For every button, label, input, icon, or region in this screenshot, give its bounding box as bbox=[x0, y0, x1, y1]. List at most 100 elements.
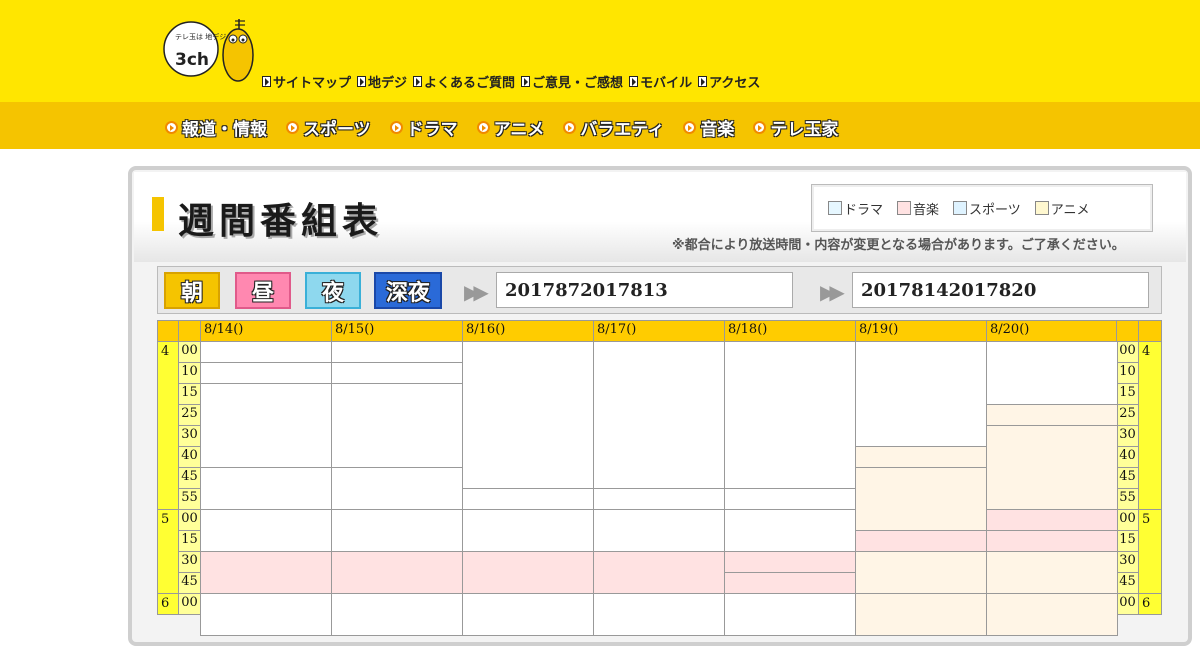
band-button-night[interactable]: 夜 bbox=[305, 272, 361, 309]
program-slot[interactable] bbox=[462, 509, 594, 552]
legend-swatch bbox=[953, 201, 968, 215]
program-slot[interactable] bbox=[855, 467, 987, 531]
nav-item-label: ドラマ bbox=[406, 120, 458, 140]
arrow-circle-icon bbox=[389, 121, 403, 134]
util-link-feedback[interactable]: ご意見・ご感想 bbox=[521, 72, 623, 91]
legend-label: ドラマ bbox=[844, 202, 884, 218]
day-header: 8/18() bbox=[724, 320, 856, 342]
nav-item-teletama-house[interactable]: テレ玉家 bbox=[753, 115, 838, 140]
arrow-icon bbox=[521, 76, 531, 87]
schedule-notice: ※都合により放送時間・内容が変更となる場合があります。ご了承ください。 bbox=[672, 238, 1125, 253]
program-slot[interactable] bbox=[462, 341, 594, 489]
program-slot[interactable] bbox=[986, 530, 1118, 552]
title-marker bbox=[152, 197, 164, 231]
double-chevron-icon: ▶▶ bbox=[820, 280, 845, 304]
program-slot[interactable] bbox=[724, 488, 856, 510]
program-slot[interactable] bbox=[593, 509, 725, 552]
nav-item-news[interactable]: 報道・情報 bbox=[165, 115, 267, 140]
nav-item-label: テレ玉家 bbox=[770, 120, 839, 140]
program-slot[interactable] bbox=[855, 341, 987, 447]
minute-label: 25 bbox=[1116, 404, 1139, 426]
legend-swatch bbox=[1034, 201, 1049, 215]
day-header: 8/20() bbox=[986, 320, 1118, 342]
program-slot[interactable] bbox=[724, 341, 856, 489]
arrow-circle-icon bbox=[683, 121, 697, 134]
nav-item-label: スポーツ bbox=[303, 120, 371, 140]
program-slot[interactable] bbox=[200, 551, 332, 594]
program-slot[interactable] bbox=[986, 551, 1118, 594]
minute-label: 30 bbox=[178, 551, 201, 573]
nav-item-label: アニメ bbox=[493, 120, 545, 140]
band-button-late-night[interactable]: 深夜 bbox=[374, 272, 442, 309]
program-slot[interactable] bbox=[724, 509, 856, 552]
program-slot[interactable] bbox=[724, 551, 856, 573]
legend-label: スポーツ bbox=[969, 202, 1021, 218]
minute-label: 15 bbox=[178, 383, 201, 405]
nav-item-label: 報道・情報 bbox=[182, 120, 267, 140]
program-slot[interactable] bbox=[986, 341, 1118, 405]
program-slot[interactable] bbox=[200, 467, 332, 510]
program-slot[interactable] bbox=[593, 551, 725, 594]
next-week-link[interactable]: 20178142017820 bbox=[852, 272, 1149, 308]
program-slot[interactable] bbox=[462, 551, 594, 594]
band-button-morning[interactable]: 朝 bbox=[164, 272, 220, 309]
program-slot[interactable] bbox=[200, 341, 332, 363]
program-slot[interactable] bbox=[200, 362, 332, 384]
minute-label: 30 bbox=[178, 425, 201, 447]
genre-legend: ドラマ 音楽 スポーツ アニメ bbox=[811, 184, 1153, 232]
util-link-access[interactable]: アクセス bbox=[698, 72, 760, 91]
util-link-sitemap[interactable]: サイトマップ bbox=[262, 72, 351, 91]
program-slot[interactable] bbox=[593, 341, 725, 489]
minute-label: 10 bbox=[178, 362, 201, 384]
util-link-label: モバイル bbox=[640, 76, 693, 91]
nav-item-sports[interactable]: スポーツ bbox=[286, 115, 371, 140]
program-slot[interactable] bbox=[331, 551, 463, 594]
minute-label: 30 bbox=[1116, 425, 1139, 447]
program-slot[interactable] bbox=[855, 446, 987, 468]
util-link-faq[interactable]: よくあるご質問 bbox=[413, 72, 515, 91]
program-slot[interactable] bbox=[331, 383, 463, 468]
nav-item-variety[interactable]: バラエティ bbox=[563, 115, 664, 140]
day-header: 8/17() bbox=[593, 320, 725, 342]
program-slot[interactable] bbox=[986, 404, 1118, 426]
program-slot[interactable] bbox=[331, 509, 463, 552]
site-logo[interactable]: テレ玉は 地デジ 3ch bbox=[163, 15, 263, 95]
double-chevron-icon: ▶▶ bbox=[464, 280, 489, 304]
legend-swatch bbox=[828, 201, 842, 215]
program-slot[interactable] bbox=[724, 572, 856, 594]
program-slot[interactable] bbox=[986, 425, 1118, 510]
nav-item-music[interactable]: 音楽 bbox=[683, 115, 734, 140]
program-slot[interactable] bbox=[855, 530, 987, 552]
prev-week-link[interactable]: 2017872017813 bbox=[496, 272, 793, 308]
program-slot[interactable] bbox=[593, 488, 725, 510]
legend-label: 音楽 bbox=[913, 202, 940, 218]
minute-label: 00 bbox=[1116, 593, 1139, 615]
minute-label: 45 bbox=[178, 467, 201, 489]
program-slot[interactable] bbox=[986, 509, 1118, 531]
minute-label: 00 bbox=[178, 509, 201, 531]
util-link-digital[interactable]: 地デジ bbox=[357, 72, 407, 91]
arrow-icon bbox=[413, 76, 423, 87]
nav-item-drama[interactable]: ドラマ bbox=[389, 115, 458, 140]
minute-label: 00 bbox=[1116, 341, 1139, 363]
hour-label: 4 bbox=[1138, 341, 1162, 510]
program-slot[interactable] bbox=[200, 509, 332, 552]
utility-nav: サイトマップ 地デジ よくあるご質問 ご意見・ご感想 モバイル アクセス bbox=[262, 72, 760, 91]
program-slot[interactable] bbox=[855, 551, 987, 594]
program-slot[interactable] bbox=[331, 341, 463, 363]
util-link-mobile[interactable]: モバイル bbox=[629, 72, 692, 91]
minute-label: 25 bbox=[178, 404, 201, 426]
arrow-icon bbox=[629, 76, 639, 87]
program-slot[interactable] bbox=[331, 467, 463, 510]
site-header: テレ玉は 地デジ 3ch サイトマップ 地デジ よくあるご質問 ご意見・ご感想 … bbox=[0, 0, 1200, 102]
program-slot[interactable] bbox=[200, 383, 332, 468]
nav-item-anime[interactable]: アニメ bbox=[476, 115, 545, 140]
band-button-daytime[interactable]: 昼 bbox=[235, 272, 291, 309]
minute-label: 55 bbox=[178, 488, 201, 510]
header-corner bbox=[157, 320, 179, 342]
program-slot[interactable] bbox=[462, 488, 594, 510]
minute-label: 00 bbox=[178, 341, 201, 363]
page-title: 週間番組表 bbox=[178, 201, 384, 242]
program-slot[interactable] bbox=[331, 362, 463, 384]
header-corner bbox=[178, 320, 201, 342]
